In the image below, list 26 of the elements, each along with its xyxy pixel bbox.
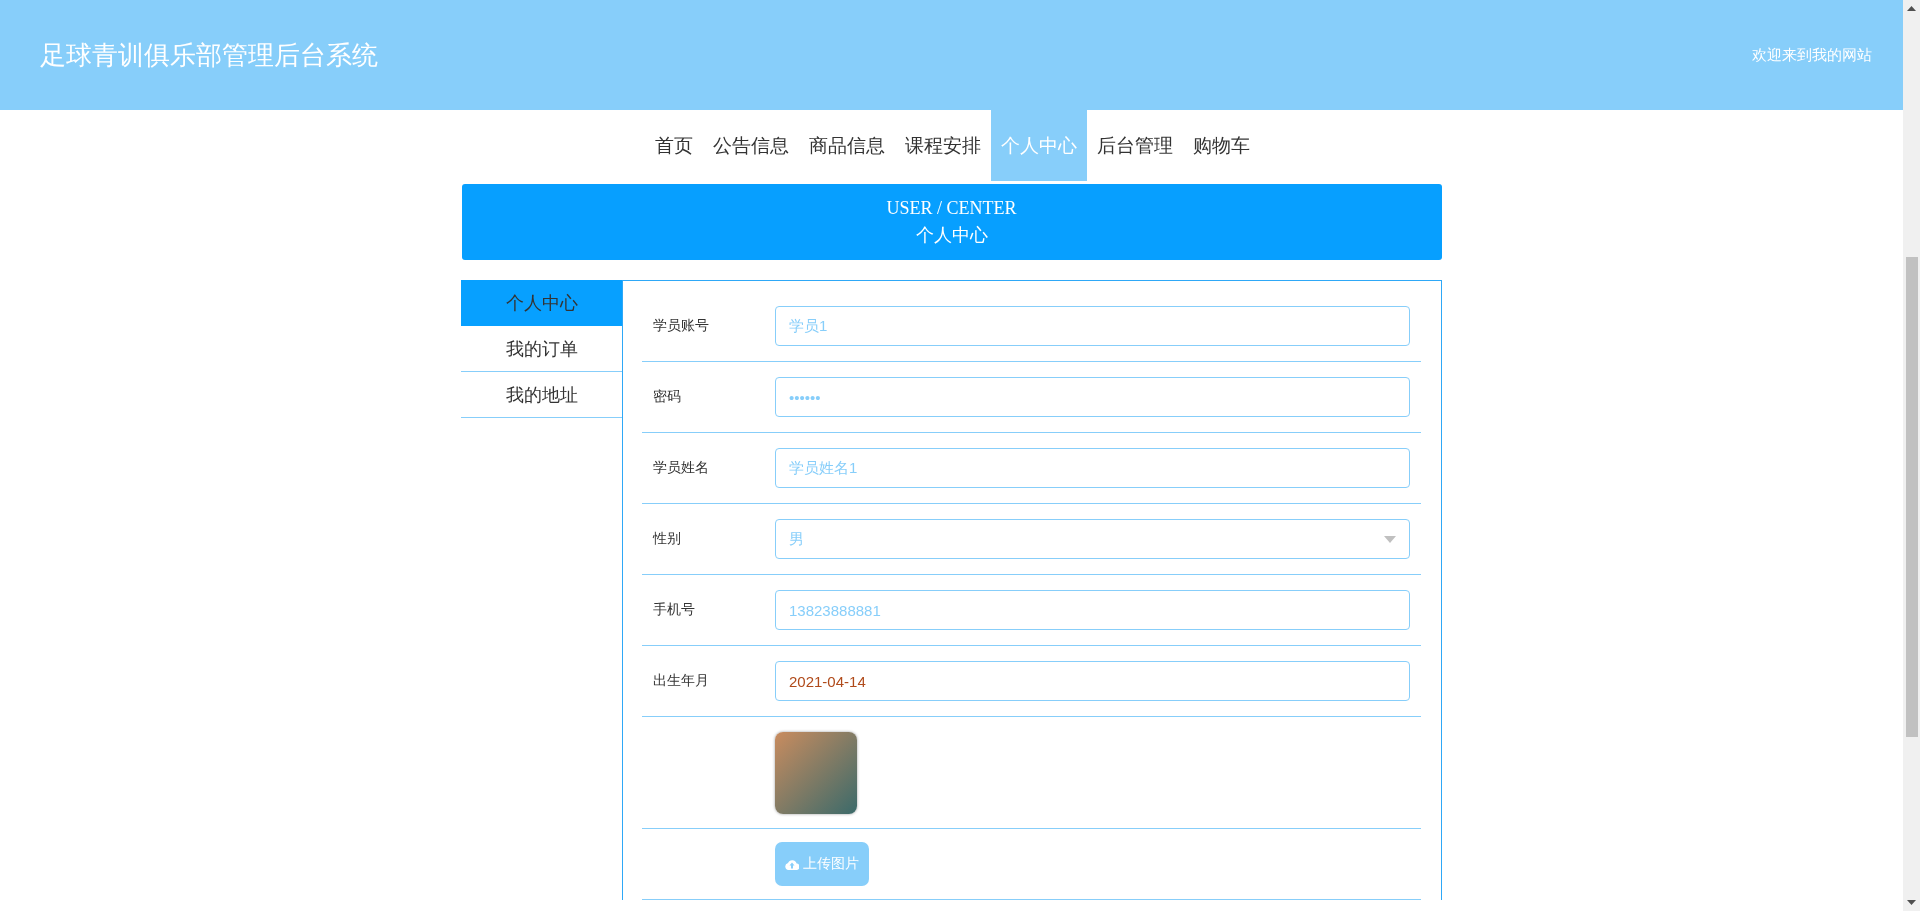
- date-field[interactable]: 2021-04-14: [775, 661, 1410, 701]
- scroll-down-icon[interactable]: [1907, 900, 1916, 905]
- nav-tab[interactable]: 首页: [644, 110, 703, 181]
- field-label: 密码: [652, 388, 682, 406]
- nav-tab[interactable]: 公告信息: [702, 110, 799, 181]
- sidebar-item[interactable]: 我的订单: [461, 326, 622, 372]
- nav-tab[interactable]: 后台管理: [1086, 110, 1183, 181]
- field-label: 学员账号: [652, 317, 710, 335]
- nav-tab[interactable]: 购物车: [1182, 110, 1260, 181]
- welcome-text: 欢迎来到我的网站: [1752, 45, 1872, 65]
- field-label: 出生年月: [652, 672, 710, 690]
- sidebar-item[interactable]: 我的地址: [461, 372, 622, 418]
- field-label: 手机号: [652, 601, 696, 619]
- field-label: 性别: [651, 530, 682, 548]
- sidebar-item[interactable]: 个人中心: [461, 280, 622, 326]
- banner-title: USER / CENTER: [886, 197, 1017, 219]
- nav-tab[interactable]: 课程安排: [894, 110, 991, 181]
- site-title: 足球青训俱乐部管理后台系统: [40, 38, 378, 72]
- field-label: 学员姓名: [652, 459, 710, 477]
- scrollbar[interactable]: [1903, 0, 1920, 911]
- scrollbar-thumb[interactable]: [1905, 257, 1918, 737]
- scroll-up-icon[interactable]: [1907, 6, 1916, 11]
- cloud-upload-icon: [785, 858, 799, 870]
- caret-icon: [1384, 535, 1396, 543]
- banner-subtitle: 个人中心: [915, 223, 988, 247]
- nav-tab[interactable]: 商品信息: [798, 110, 895, 181]
